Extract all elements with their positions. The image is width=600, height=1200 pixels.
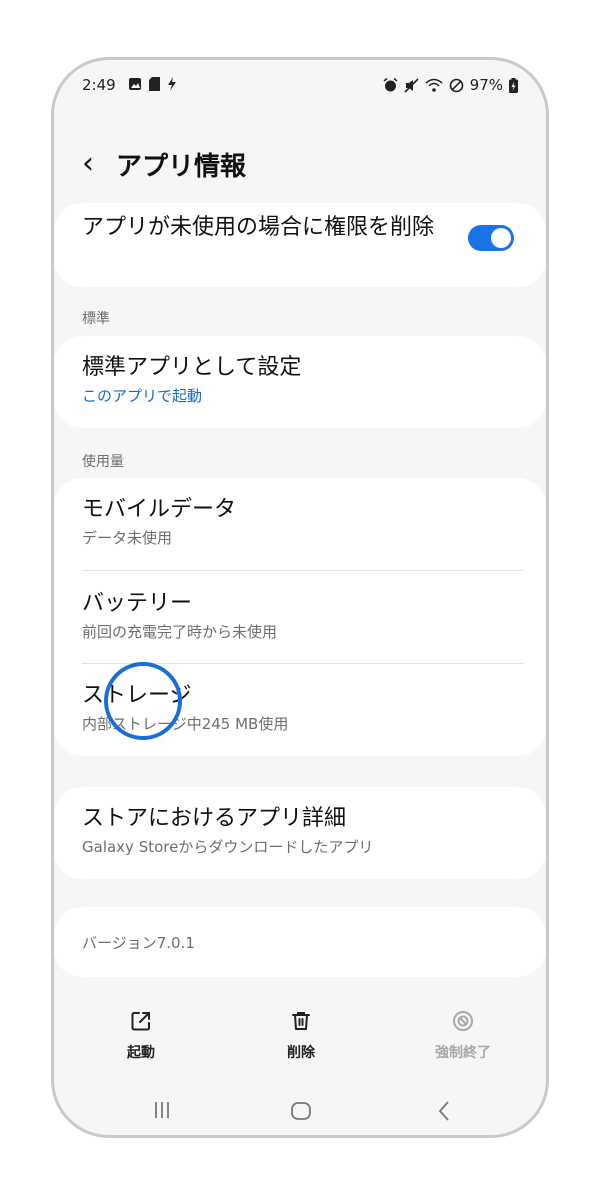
app-bar: ‹ アプリ情報: [82, 142, 246, 186]
default-app-subtitle: このアプリで起動: [82, 387, 203, 405]
store-details-subtitle: Galaxy Storeからダウンロードしたアプリ: [82, 838, 374, 856]
mobile-data-item[interactable]: モバイルデータ データ未使用: [82, 495, 518, 548]
status-bar: 2:49 97%: [54, 60, 546, 116]
battery-item[interactable]: バッテリー 前回の充電完了時から未使用: [82, 589, 518, 642]
open-button-label: 起動: [127, 1045, 155, 1061]
permission-toggle-label: アプリが未使用の場合に権限を削除: [82, 215, 435, 240]
force-stop-icon: [453, 1011, 473, 1031]
force-stop-button[interactable]: 強制終了: [413, 1010, 513, 1062]
battery-title: バッテリー: [82, 591, 193, 616]
store-details-card[interactable]: ストアにおけるアプリ詳細 Galaxy Storeからダウンロードしたアプリ: [54, 787, 546, 879]
divider: [82, 570, 524, 571]
home-icon[interactable]: [271, 1100, 331, 1126]
open-button[interactable]: 起動: [91, 1010, 191, 1062]
mobile-data-subtitle: データ未使用: [82, 529, 173, 547]
version-card: バージョン7.0.1: [54, 907, 546, 977]
default-app-card[interactable]: 標準アプリとして設定 このアプリで起動: [54, 336, 546, 428]
uninstall-button-label: 削除: [287, 1045, 315, 1061]
toggle-knob: [491, 228, 511, 248]
section-header-usage: 使用量: [82, 454, 124, 470]
charging-bolt-icon: [168, 77, 176, 91]
status-left-icons: [128, 77, 177, 91]
permission-toggle[interactable]: [468, 225, 514, 251]
page-title: アプリ情報: [116, 151, 247, 182]
force-stop-button-label: 強制終了: [435, 1045, 491, 1061]
status-time: 2:49: [82, 76, 116, 94]
default-app-title: 標準アプリとして設定: [82, 355, 302, 380]
mobile-data-title: モバイルデータ: [82, 497, 237, 522]
battery-icon: [509, 77, 518, 93]
sd-card-icon: [149, 77, 160, 91]
gallery-icon: [129, 78, 141, 90]
battery-percent: 97%: [469, 76, 503, 94]
alarm-icon: [383, 77, 398, 91]
mute-icon: [404, 77, 419, 93]
trash-icon: [292, 1012, 310, 1030]
permission-card[interactable]: アプリが未使用の場合に権限を削除: [54, 203, 546, 287]
recents-icon[interactable]: [132, 1100, 192, 1124]
wifi-icon: [425, 78, 443, 92]
version-text: バージョン7.0.1: [82, 934, 195, 952]
back-chevron-icon[interactable]: ‹: [82, 149, 94, 179]
system-nav-bar: [54, 1100, 546, 1132]
phone-frame: 2:49 97% ‹ アプリ情報 アプリが未使用の場合に権限を削除 標準 標準ア…: [51, 57, 549, 1138]
store-details-title: ストアにおけるアプリ詳細: [82, 806, 347, 831]
back-nav-icon[interactable]: [414, 1100, 474, 1126]
do-not-disturb-icon: [449, 78, 463, 92]
open-external-icon: [131, 1012, 150, 1031]
status-right: 97%: [383, 76, 518, 94]
battery-subtitle: 前回の充電完了時から未使用: [82, 623, 278, 641]
uninstall-button[interactable]: 削除: [251, 1010, 351, 1062]
tap-indicator-ring: [104, 662, 182, 740]
section-header-standard: 標準: [82, 311, 110, 327]
bottom-action-bar: 起動 削除 強制終了: [54, 1010, 546, 1070]
